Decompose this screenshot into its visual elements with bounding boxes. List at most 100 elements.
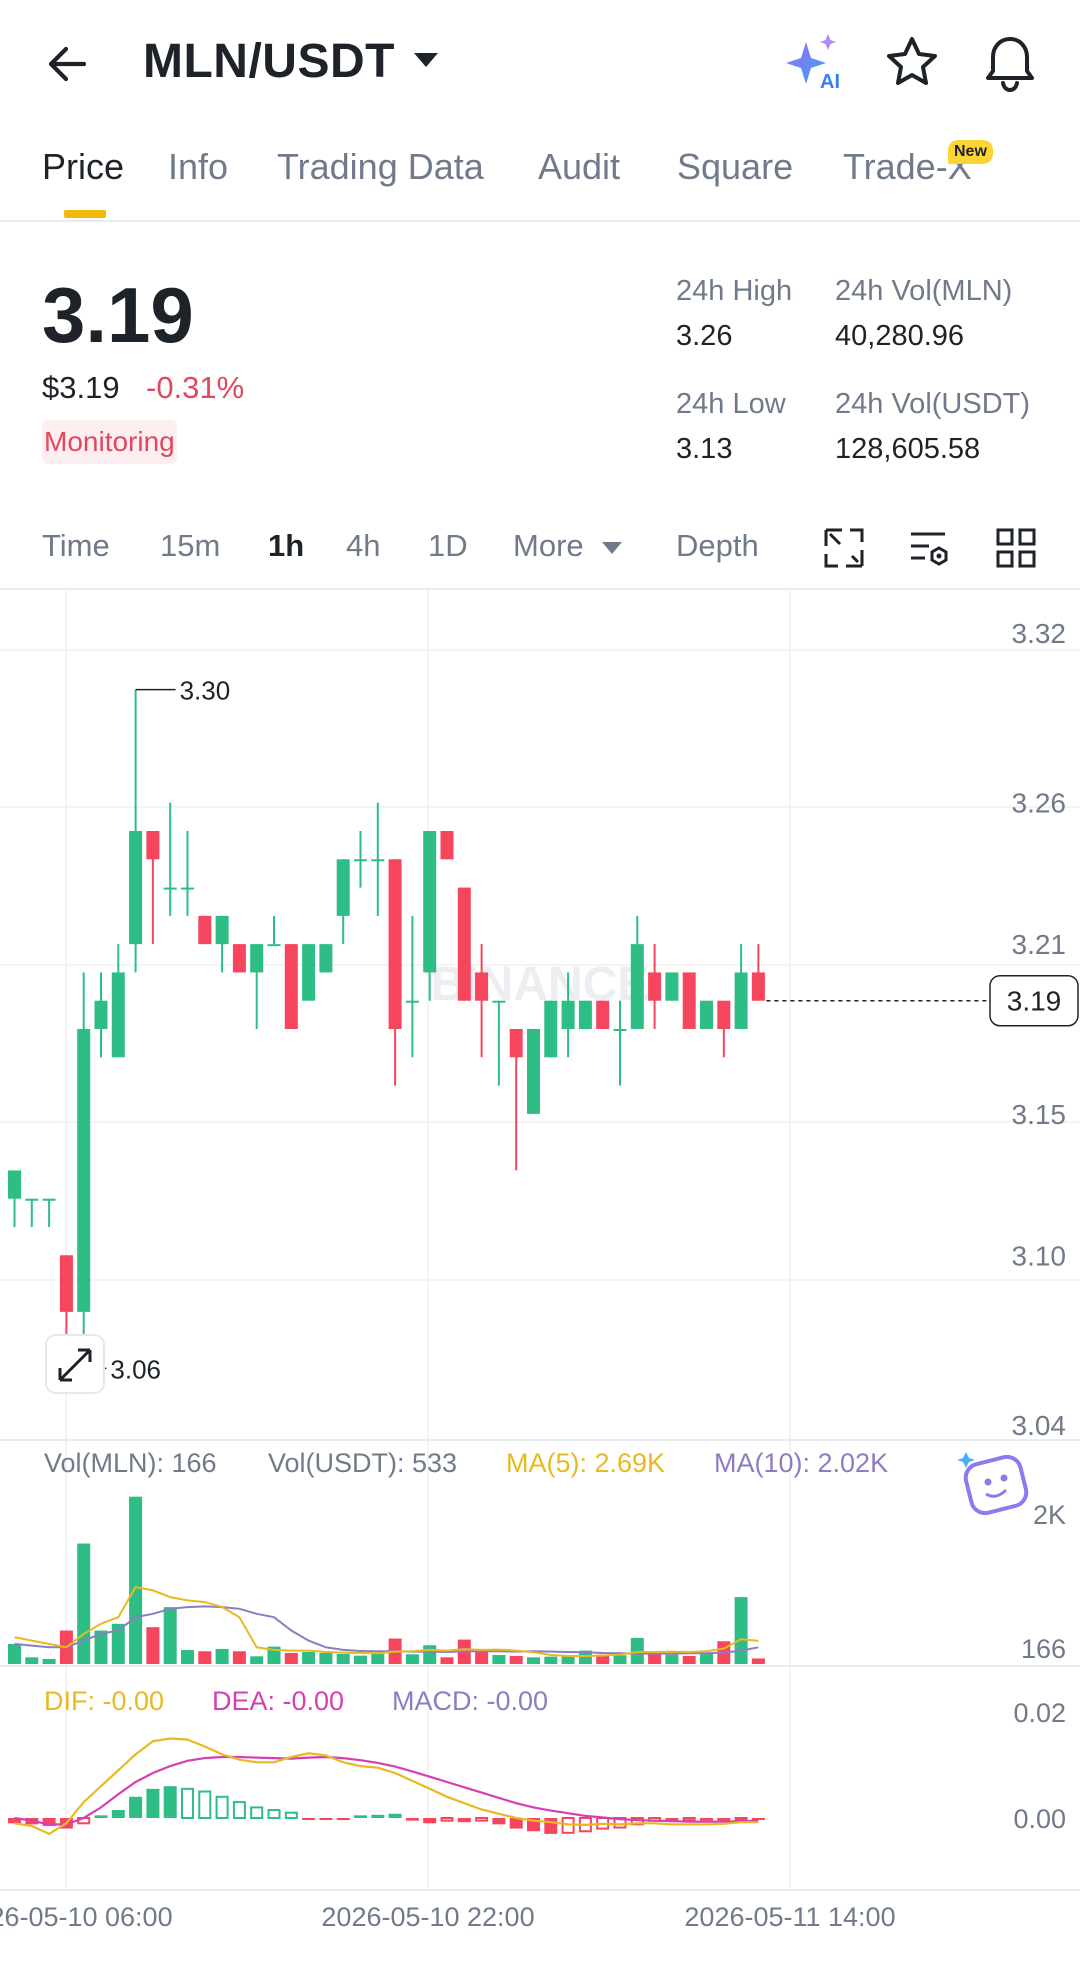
high-label: 24h High [676, 275, 793, 307]
candle-body [700, 1000, 713, 1029]
interval-15m[interactable]: 15m [160, 528, 220, 564]
more-caret-icon[interactable] [602, 542, 622, 554]
candle-body [8, 1170, 21, 1199]
volume-bar [8, 1643, 21, 1664]
macd-histogram-bar [354, 1815, 367, 1818]
time-axis: 2026-05-10 06:00 2026-05-10 22:00 2026-05-… [0, 1902, 896, 1932]
candle-body [371, 859, 385, 862]
new-badge: New [948, 140, 993, 164]
dea-line [14, 1755, 759, 1826]
interval-4h[interactable]: 4h [346, 528, 380, 564]
low-label: 24h Low [676, 388, 786, 420]
interval-1d[interactable]: 1D [428, 528, 468, 564]
bell-icon[interactable] [980, 32, 1040, 94]
candle-body [388, 859, 402, 1029]
volume-bar [336, 1653, 350, 1664]
volume-bar [440, 1657, 454, 1664]
usd-price: $3.19 [42, 370, 120, 405]
tab-audit[interactable]: Audit [538, 146, 620, 188]
section-tabs: Price Info Trading Data Audit Square Tra… [0, 130, 1080, 222]
interval-1h[interactable]: 1h [268, 528, 304, 564]
price-tick: 3.26 [1012, 788, 1067, 819]
macd-histogram-bar [475, 1817, 489, 1822]
macd-histogram-bar [734, 1817, 748, 1821]
indicator-settings-icon[interactable] [908, 526, 952, 570]
time-tick: 2026-05-11 14:00 [684, 1902, 895, 1932]
tab-info[interactable]: Info [168, 146, 228, 188]
macd-histogram-bar [215, 1795, 229, 1820]
macd-histogram-bar [544, 1818, 558, 1834]
interval-more[interactable]: More [513, 528, 584, 564]
volume-bar [354, 1655, 367, 1664]
candle-body [198, 915, 212, 945]
candle-body [25, 1198, 39, 1201]
candle-body [578, 1000, 592, 1029]
assistant-bot-icon[interactable] [957, 1452, 1029, 1516]
macd-histogram-bar [457, 1818, 471, 1823]
back-arrow-icon[interactable] [40, 36, 96, 92]
vol-quote-value: 128,605.58 [835, 433, 981, 465]
pair-title[interactable]: MLN/USDT [143, 34, 395, 89]
svg-text:AI: AI [820, 71, 840, 93]
candle-body [509, 1029, 523, 1058]
candle-body [146, 831, 160, 860]
price-tick: 3.32 [1012, 618, 1067, 649]
price-tick: 3.15 [1012, 1099, 1067, 1130]
kline-chart[interactable]: BINANCE 3.323.263.213.153.103.04 3.303.0… [0, 590, 1080, 1984]
candle-body [423, 831, 437, 973]
volume-pane: Vol(MLN): 166 Vol(USDT): 533 MA(5): 2.69K M… [8, 1448, 1066, 1664]
macd-histogram-bar [181, 1787, 194, 1819]
volume-bar [181, 1649, 194, 1664]
candle-body [181, 887, 194, 890]
macd-histogram-bar [284, 1811, 298, 1819]
macd-histogram-bar [336, 1818, 350, 1820]
ai-sparkle-icon[interactable]: AI [780, 30, 852, 94]
macd-tick: 0.00 [1013, 1804, 1066, 1834]
low-value: 3.13 [676, 433, 733, 465]
macd-histogram-bar [405, 1818, 419, 1821]
candle-body [77, 1029, 91, 1312]
active-tab-indicator [64, 210, 106, 218]
vol-ma5-line [14, 1585, 759, 1657]
tab-price[interactable]: Price [42, 146, 124, 188]
monitoring-badge[interactable]: Monitoring [42, 420, 177, 464]
macd-histogram-bar [371, 1814, 385, 1818]
candle-body [250, 944, 264, 973]
depth-tab[interactable]: Depth [676, 528, 759, 564]
candle-body [613, 1029, 627, 1031]
macd-histogram-bar [232, 1801, 246, 1819]
expand-button[interactable] [45, 1334, 105, 1394]
tab-square[interactable]: Square [677, 146, 793, 188]
macd-histogram-bar [682, 1817, 696, 1822]
candle-body [734, 972, 748, 1029]
volume-bar [232, 1651, 246, 1664]
volume-bar [77, 1543, 91, 1664]
low-annotation: 3.06 [110, 1354, 161, 1384]
time-tick: 2026-05-10 22:00 [321, 1902, 534, 1932]
vol-ma5-legend: MA(5): 2.69K [506, 1448, 665, 1478]
volume-bar [682, 1655, 696, 1664]
vol-quote-label: 24h Vol(USDT) [835, 388, 1031, 420]
chevron-down-icon[interactable] [414, 53, 438, 67]
candle-body [111, 972, 125, 1058]
tab-trading-data[interactable]: Trading Data [277, 146, 484, 188]
top-bar: MLN/USDT AI [0, 0, 1080, 128]
candle-body [596, 1000, 610, 1029]
candle-body [163, 887, 177, 890]
macd-pane: DIF: -0.00 DEA: -0.00 MACD: -0.00 0.02 0.00 [8, 1686, 1066, 1836]
volume-bar [734, 1597, 748, 1664]
volume-bar [613, 1655, 627, 1664]
candle-body [457, 887, 471, 1001]
fullscreen-icon[interactable] [822, 526, 866, 570]
volume-bar [751, 1658, 765, 1664]
candle-body [319, 944, 333, 973]
interval-time[interactable]: Time [42, 528, 110, 564]
layout-grid-icon[interactable] [994, 526, 1038, 570]
candle-body [682, 972, 696, 1029]
price-change: -0.31% [146, 370, 245, 405]
macd-histogram-bar [198, 1790, 212, 1819]
time-tick: 2026-05-10 06:00 [0, 1902, 173, 1932]
star-icon[interactable] [883, 34, 941, 92]
macd-histogram-bar [94, 1815, 108, 1818]
interval-bar: Time 15m 1h 4h 1D More Depth [0, 510, 1080, 590]
